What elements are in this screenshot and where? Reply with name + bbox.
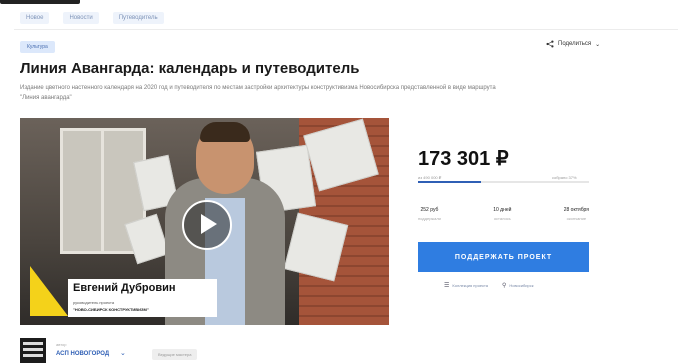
video-player[interactable]: Евгений Дубровин руководитель проекта "Н…: [20, 118, 389, 325]
author-name[interactable]: АСП НОВОГОРОД: [56, 351, 109, 357]
play-icon: [201, 214, 217, 234]
site-logo[interactable]: [0, 0, 80, 4]
stat-value: 28 октября: [563, 207, 589, 213]
top-bar: [0, 0, 693, 8]
speaker-org: "НОВО-СИБИРСК КОНСТРУКТИВИЗМ": [73, 307, 149, 312]
stat-end-date: 28 октября окончание: [564, 207, 589, 221]
share-button[interactable]: Поделиться ⌄: [546, 40, 600, 48]
location-pin-icon: ⚲: [501, 283, 507, 289]
funds-raised: 173 301 ₽: [418, 148, 509, 170]
video-person-hair: [200, 122, 250, 142]
list-icon: ☰: [444, 283, 450, 289]
author-avatar[interactable]: [20, 338, 46, 363]
project-description: Издание цветного настенного календаря на…: [20, 85, 496, 101]
author-tag: Ведущие мастера: [152, 349, 198, 360]
stat-value: 252 руб: [420, 207, 439, 213]
location-link-label: Новосибирск: [509, 283, 534, 288]
stat-backers: 252 руб поддержали: [418, 207, 441, 221]
stat-caption: поддержали: [418, 216, 441, 221]
stat-caption: окончание: [566, 216, 587, 221]
breadcrumb-item[interactable]: Новое: [20, 12, 50, 24]
funding-stats: 252 руб поддержали 10 дней осталось 28 о…: [418, 207, 589, 221]
funding-percent: собрано 37%: [552, 175, 577, 180]
lower-third-accent: [30, 266, 68, 316]
play-button[interactable]: [182, 200, 232, 250]
project-links: ☰ Коллекция проекта ⚲ Новосибирск: [444, 282, 534, 289]
stat-caption: осталось: [493, 216, 511, 221]
funding-goal: из 490 000 ₽: [418, 175, 442, 180]
chevron-down-icon[interactable]: ⌄: [120, 349, 126, 357]
page-title: Линия Авангарда: календарь и путеводител…: [20, 60, 360, 77]
support-project-button[interactable]: ПОДДЕРЖАТЬ ПРОЕКТ: [418, 242, 589, 272]
funding-progress-fill: [418, 181, 482, 183]
stat-days-left: 10 дней осталось: [493, 207, 511, 221]
rewards-link-label: Коллекция проекта: [452, 283, 488, 288]
location-link[interactable]: ⚲ Новосибирск: [502, 282, 534, 289]
share-icon: [546, 40, 554, 48]
funding-progress-bar: [418, 181, 589, 183]
lower-third-caption: Евгений Дубровин руководитель проекта "Н…: [68, 279, 217, 317]
breadcrumb: Новое Новости Путеводитель: [20, 12, 164, 24]
stat-value: 10 дней: [493, 207, 512, 213]
author-caption: автор: [56, 342, 67, 347]
rewards-link[interactable]: ☰ Коллекция проекта: [444, 282, 488, 289]
chevron-down-icon: ⌄: [595, 41, 601, 48]
breadcrumb-item[interactable]: Путеводитель: [112, 12, 164, 24]
speaker-role: руководитель проекта: [73, 300, 115, 305]
category-badge[interactable]: Культура: [20, 41, 55, 53]
share-label: Поделиться: [558, 41, 592, 47]
breadcrumb-item[interactable]: Новости: [63, 12, 99, 24]
speaker-name: Евгений Дубровин: [73, 282, 176, 294]
divider: [14, 29, 678, 30]
